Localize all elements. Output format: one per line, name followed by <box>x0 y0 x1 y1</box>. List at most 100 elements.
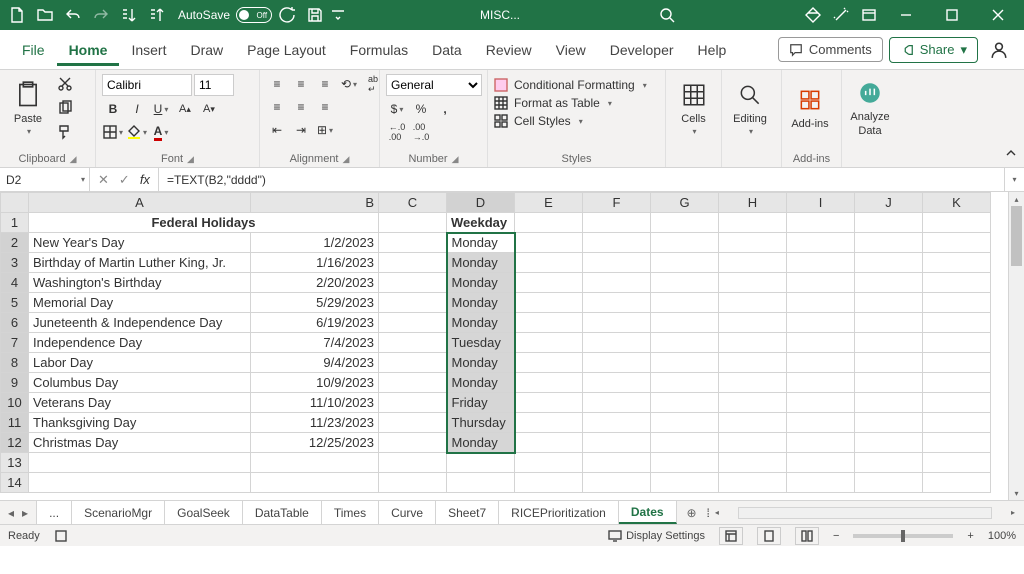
cell-B3[interactable]: 1/16/2023 <box>251 253 379 273</box>
sheet-nav-next-icon[interactable]: ▸ <box>22 506 28 520</box>
macro-recorder-icon[interactable] <box>54 529 68 543</box>
refresh-icon[interactable] <box>274 2 300 28</box>
spreadsheet-grid[interactable]: ABCDEFGHIJK1Federal HolidaysWeekday2New … <box>0 192 1008 500</box>
share-button[interactable]: Share▾ <box>889 37 978 63</box>
row-header-13[interactable]: 13 <box>1 453 29 473</box>
sheet-tab-curve[interactable]: Curve <box>379 501 436 524</box>
cell-E7[interactable] <box>515 333 583 353</box>
cell-H5[interactable] <box>719 293 787 313</box>
cell-H1[interactable] <box>719 213 787 233</box>
tab-view[interactable]: View <box>544 34 598 66</box>
cell-K1[interactable] <box>923 213 991 233</box>
cell-C2[interactable] <box>379 233 447 253</box>
cell-J12[interactable] <box>855 433 923 453</box>
cell-B10[interactable]: 11/10/2023 <box>251 393 379 413</box>
tab-draw[interactable]: Draw <box>178 34 235 66</box>
cell-J3[interactable] <box>855 253 923 273</box>
open-file-icon[interactable] <box>32 2 58 28</box>
cell-B6[interactable]: 6/19/2023 <box>251 313 379 333</box>
cell-F1[interactable] <box>583 213 651 233</box>
tab-home[interactable]: Home <box>57 34 120 66</box>
cell-C14[interactable] <box>379 473 447 493</box>
cell-B5[interactable]: 5/29/2023 <box>251 293 379 313</box>
comma-icon[interactable]: , <box>434 99 456 119</box>
cell-D4[interactable]: Monday <box>447 273 515 293</box>
cell-D1[interactable]: Weekday <box>447 213 515 233</box>
analyze-data-button[interactable]: AnalyzeData <box>848 74 892 140</box>
normal-view-icon[interactable] <box>719 527 743 545</box>
cell-I2[interactable] <box>787 233 855 253</box>
row-header-11[interactable]: 11 <box>1 413 29 433</box>
underline-button[interactable]: U▾ <box>150 99 172 119</box>
cell-B9[interactable]: 10/9/2023 <box>251 373 379 393</box>
align-right-icon[interactable]: ≡ <box>314 97 336 117</box>
col-header-I[interactable]: I <box>787 193 855 213</box>
cell-K7[interactable] <box>923 333 991 353</box>
cell-G7[interactable] <box>651 333 719 353</box>
cell-J6[interactable] <box>855 313 923 333</box>
sort-desc-icon[interactable] <box>144 2 170 28</box>
cell-D6[interactable]: Monday <box>447 313 515 333</box>
wand-icon[interactable] <box>828 2 854 28</box>
cell-I6[interactable] <box>787 313 855 333</box>
sheet-tab-sheet7[interactable]: Sheet7 <box>436 501 499 524</box>
cancel-formula-icon[interactable]: ✕ <box>98 172 109 188</box>
paste-button[interactable]: Paste▾ <box>6 74 50 140</box>
redo-icon[interactable] <box>88 2 114 28</box>
cell-E13[interactable] <box>515 453 583 473</box>
decrease-indent-icon[interactable]: ⇤ <box>266 120 288 140</box>
cell-A9[interactable]: Columbus Day <box>29 373 251 393</box>
cell-D3[interactable]: Monday <box>447 253 515 273</box>
cell-I4[interactable] <box>787 273 855 293</box>
cell-A4[interactable]: Washington's Birthday <box>29 273 251 293</box>
cell-J1[interactable] <box>855 213 923 233</box>
row-header-5[interactable]: 5 <box>1 293 29 313</box>
cell-styles-button[interactable]: Cell Styles▾ <box>494 114 583 128</box>
fill-color-icon[interactable]: ▾ <box>126 122 148 142</box>
row-header-8[interactable]: 8 <box>1 353 29 373</box>
tab-insert[interactable]: Insert <box>119 34 178 66</box>
tab-formulas[interactable]: Formulas <box>338 34 420 66</box>
cell-I5[interactable] <box>787 293 855 313</box>
cell-F11[interactable] <box>583 413 651 433</box>
cell-G8[interactable] <box>651 353 719 373</box>
cell-C3[interactable] <box>379 253 447 273</box>
format-painter-icon[interactable] <box>54 122 76 142</box>
sheet-tab-ellipsis[interactable]: ... <box>37 501 72 524</box>
page-break-view-icon[interactable] <box>795 527 819 545</box>
cell-B8[interactable]: 9/4/2023 <box>251 353 379 373</box>
zoom-in-button[interactable]: + <box>967 530 973 542</box>
cell-F10[interactable] <box>583 393 651 413</box>
cell-H12[interactable] <box>719 433 787 453</box>
sheet-tab-times[interactable]: Times <box>322 501 379 524</box>
cell-H6[interactable] <box>719 313 787 333</box>
cell-I9[interactable] <box>787 373 855 393</box>
account-icon[interactable] <box>984 35 1014 65</box>
cell-C1[interactable] <box>379 213 447 233</box>
select-all-cell[interactable] <box>1 193 29 213</box>
col-header-C[interactable]: C <box>379 193 447 213</box>
cell-K14[interactable] <box>923 473 991 493</box>
cell-C5[interactable] <box>379 293 447 313</box>
cell-H7[interactable] <box>719 333 787 353</box>
cell-H3[interactable] <box>719 253 787 273</box>
cell-C12[interactable] <box>379 433 447 453</box>
cell-E12[interactable] <box>515 433 583 453</box>
cell-D5[interactable]: Monday <box>447 293 515 313</box>
cell-K13[interactable] <box>923 453 991 473</box>
cell-C4[interactable] <box>379 273 447 293</box>
cell-D9[interactable]: Monday <box>447 373 515 393</box>
cell-I8[interactable] <box>787 353 855 373</box>
cell-K6[interactable] <box>923 313 991 333</box>
row-header-1[interactable]: 1 <box>1 213 29 233</box>
cell-A7[interactable]: Independence Day <box>29 333 251 353</box>
cell-G13[interactable] <box>651 453 719 473</box>
cell-D13[interactable] <box>447 453 515 473</box>
format-as-table-button[interactable]: Format as Table▾ <box>494 96 612 110</box>
new-sheet-button[interactable]: ⊕ <box>677 501 707 524</box>
cell-I12[interactable] <box>787 433 855 453</box>
col-header-E[interactable]: E <box>515 193 583 213</box>
cell-F8[interactable] <box>583 353 651 373</box>
tab-data[interactable]: Data <box>420 34 474 66</box>
addins-button[interactable]: Add-ins <box>788 74 832 140</box>
